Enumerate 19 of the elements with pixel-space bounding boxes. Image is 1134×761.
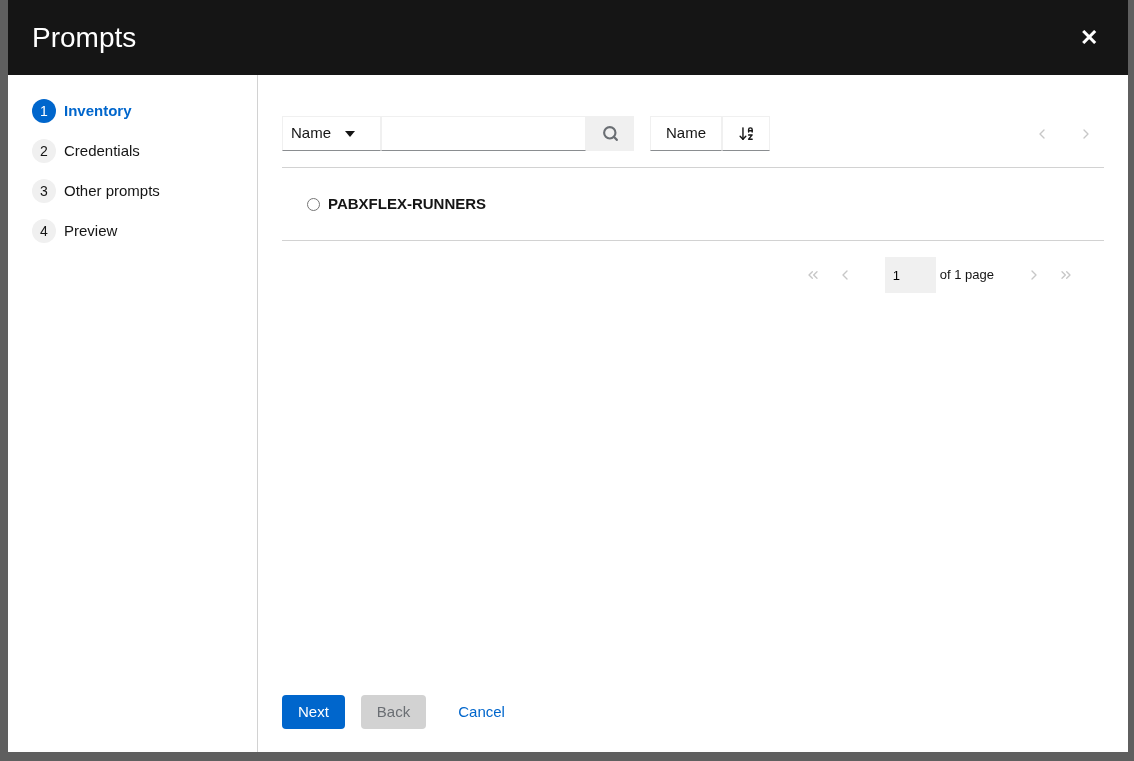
wizard-step[interactable]: 2 Credentials bbox=[32, 139, 257, 163]
wizard-step[interactable]: 1 Inventory bbox=[32, 99, 257, 123]
page-field[interactable]: 1 bbox=[884, 257, 936, 293]
page-count: of 1 page bbox=[939, 266, 994, 285]
close-button[interactable]: ✕ bbox=[1080, 21, 1098, 54]
caret-icon bbox=[345, 130, 355, 137]
search-icon bbox=[601, 125, 619, 142]
search-button[interactable] bbox=[586, 116, 634, 151]
sort-field-button[interactable]: Name bbox=[650, 116, 722, 151]
dialog-title: Prompts bbox=[32, 20, 137, 55]
link-button[interactable]: Cancel bbox=[442, 694, 521, 729]
inventory-row[interactable]: PABXFLEX-RUNNERS bbox=[282, 168, 1104, 240]
sort-icon bbox=[737, 125, 755, 142]
search-field[interactable] bbox=[381, 116, 586, 151]
primary-button[interactable]: Next bbox=[282, 694, 345, 729]
wizard-step[interactable]: 3 Other prompts bbox=[32, 179, 257, 203]
sort-order-button[interactable] bbox=[722, 116, 770, 151]
wizard-step[interactable]: 4 Preview bbox=[32, 219, 257, 243]
filter-dropdown[interactable]: Name bbox=[282, 116, 381, 151]
